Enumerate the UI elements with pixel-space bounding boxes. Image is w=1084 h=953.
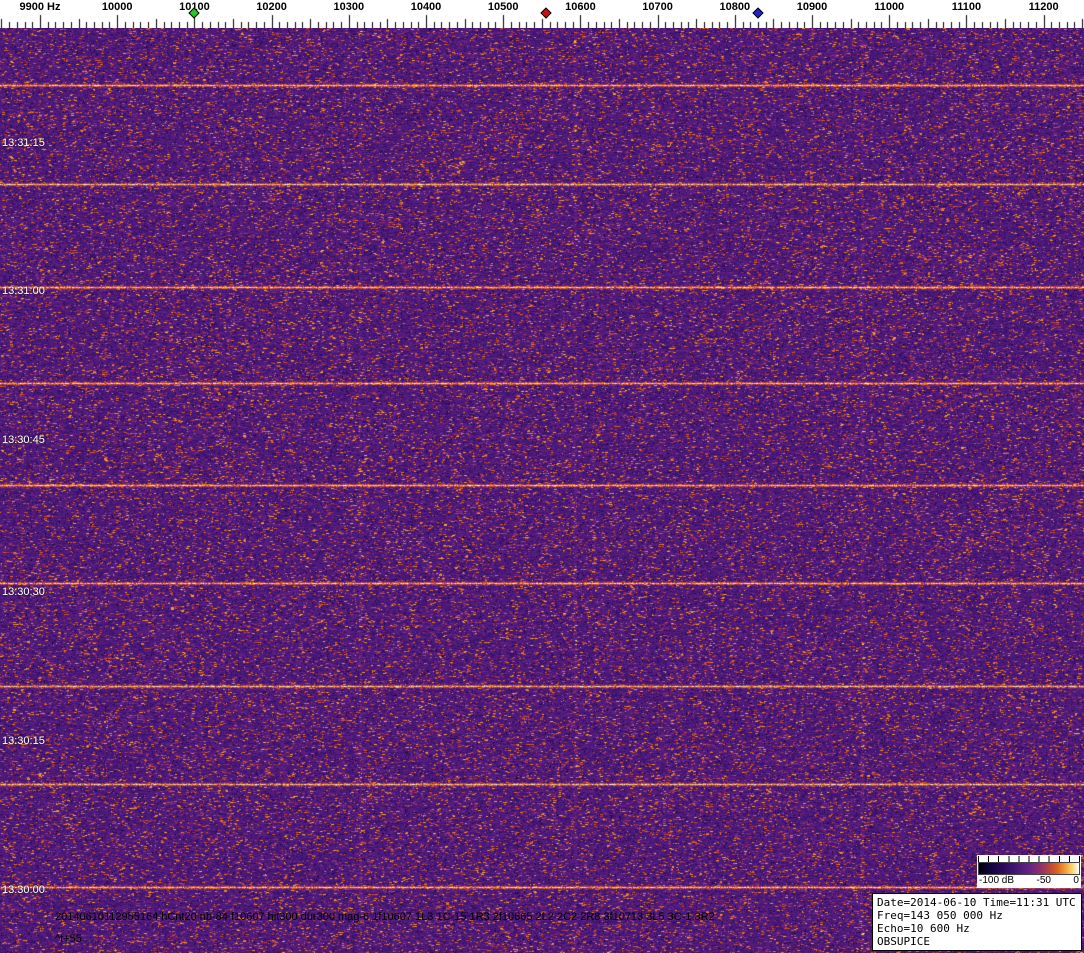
time-label: 13:31:15 xyxy=(2,137,45,149)
freq-label: 10900 xyxy=(796,1,828,13)
freq-label: 10000 xyxy=(101,1,133,13)
freq-label: 10800 xyxy=(719,1,751,13)
freq-label: 10200 xyxy=(256,1,287,13)
detection-text: 20140610112955164 hCnt20 nb-84 f10607 hi… xyxy=(55,911,715,923)
freq-label: 11200 xyxy=(1028,1,1059,13)
info-date-line: Date=2014-06-10 Time=11:31 UTC xyxy=(877,896,1076,909)
freq-label: 10400 xyxy=(410,1,442,13)
info-box: Date=2014-06-10 Time=11:31 UTC Freq=143 … xyxy=(872,893,1082,951)
db-min-label: -100 dB xyxy=(979,875,1015,886)
meteor-spectrogram-app: 9900 Hz100001010010200103001040010500106… xyxy=(0,0,1084,953)
info-station-line: OBSUPICE xyxy=(877,935,930,948)
detection-subtext: ^t+55 xyxy=(55,933,82,945)
db-color-legend: -100 dB -50 0 xyxy=(977,855,1081,888)
time-label: 13:30:00 xyxy=(2,884,45,896)
db-max-label: 0 xyxy=(1073,875,1079,886)
freq-label: 11100 xyxy=(951,1,982,13)
time-label: 13:30:45 xyxy=(2,434,45,446)
time-label: 13:30:15 xyxy=(2,735,45,747)
info-freq-line: Freq=143 050 000 Hz xyxy=(877,909,1003,922)
freq-label: 11000 xyxy=(874,1,905,13)
info-echo-line: Echo=10 600 Hz xyxy=(877,922,970,935)
db-legend-gradient xyxy=(978,862,1080,875)
db-mid-label: -50 xyxy=(1036,875,1051,886)
spectrogram-canvas[interactable] xyxy=(0,28,1084,953)
frequency-ruler[interactable]: 9900 Hz100001010010200103001040010500106… xyxy=(0,0,1084,28)
db-legend-labels: -100 dB -50 0 xyxy=(978,875,1080,887)
freq-label: 9900 Hz xyxy=(19,1,61,13)
freq-label: 10600 xyxy=(565,1,596,13)
time-label: 13:30:30 xyxy=(2,586,45,598)
freq-label: 10700 xyxy=(642,1,673,13)
time-label: 13:31:00 xyxy=(2,285,45,297)
freq-label: 10500 xyxy=(487,1,519,13)
freq-label: 10300 xyxy=(333,1,365,13)
